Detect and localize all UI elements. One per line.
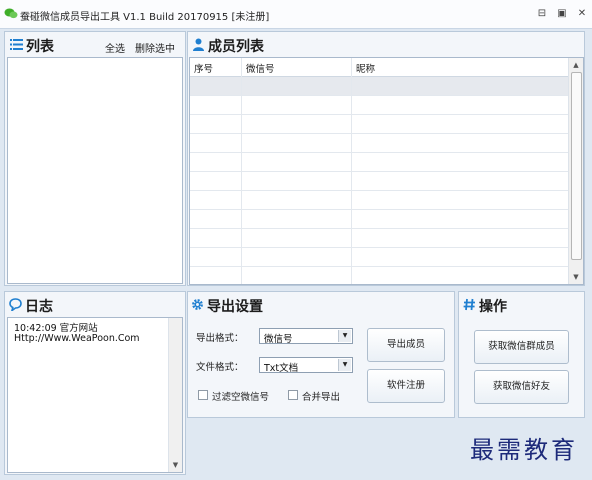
- members-table[interactable]: 序号 微信号 昵称 ▲ ▼: [189, 57, 584, 285]
- table-row[interactable]: [190, 96, 572, 115]
- chevron-down-icon[interactable]: ▼: [338, 330, 351, 342]
- members-panel-title: 成员列表: [208, 39, 264, 55]
- export-members-button[interactable]: 导出成员: [367, 328, 445, 362]
- operations-panel-title: 操作: [479, 299, 507, 315]
- list-icon: [10, 39, 23, 50]
- table-row[interactable]: [190, 77, 572, 96]
- table-row[interactable]: [190, 191, 572, 210]
- log-box[interactable]: 10:42:09 官方网站 Http://Www.WeaPoon.Com ▼: [7, 317, 183, 473]
- list-panel-title: 列表: [26, 39, 54, 55]
- scroll-up-icon[interactable]: ▲: [569, 58, 583, 72]
- operations-panel-header: 操作: [459, 292, 584, 316]
- software-register-button[interactable]: 软件注册: [367, 369, 445, 403]
- user-icon: [193, 38, 204, 51]
- export-panel-header: 导出设置: [188, 292, 454, 316]
- file-format-label: 文件格式：: [196, 362, 244, 373]
- export-format-value: 微信号: [264, 334, 293, 345]
- file-format-select[interactable]: Txt文档 ▼: [259, 357, 353, 374]
- filter-empty-checkbox[interactable]: [198, 390, 208, 400]
- table-row[interactable]: [190, 153, 572, 172]
- scroll-up-icon[interactable]: [169, 318, 182, 332]
- column-header-index[interactable]: 序号: [194, 61, 213, 75]
- get-friends-button[interactable]: 获取微信好友: [474, 370, 569, 404]
- group-list[interactable]: [7, 57, 183, 284]
- list-panel-header: 列表 全选 删除选中: [5, 32, 185, 56]
- vertical-scrollbar[interactable]: ▲ ▼: [568, 58, 583, 284]
- log-line: 10:42:09 官方网站: [14, 323, 98, 334]
- watermark-text: 最需教育: [470, 436, 578, 464]
- wechat-logo-icon: [4, 8, 18, 19]
- export-format-select[interactable]: 微信号 ▼: [259, 328, 353, 345]
- column-divider: [351, 58, 352, 284]
- get-group-members-button[interactable]: 获取微信群成员: [474, 330, 569, 364]
- file-format-value: Txt文档: [264, 363, 299, 374]
- column-header-nickname[interactable]: 昵称: [356, 61, 375, 75]
- filter-empty-label[interactable]: 过滤空微信号: [212, 389, 269, 403]
- members-panel: 成员列表 序号 微信号 昵称 ▲ ▼: [187, 31, 585, 286]
- delete-selected-link[interactable]: 删除选中: [135, 40, 175, 55]
- log-scrollbar[interactable]: ▼: [168, 318, 182, 472]
- export-format-label: 导出格式：: [196, 333, 244, 344]
- hash-icon: [463, 298, 475, 311]
- log-line[interactable]: Http://Www.WeaPoon.Com: [14, 333, 140, 344]
- title-bar: 蚕碰微信成员导出工具 V1.1 Build 20170915 [未注册] ⊟ ▣…: [0, 0, 592, 29]
- table-row[interactable]: [190, 210, 572, 229]
- export-panel-title: 导出设置: [207, 299, 263, 315]
- gear-icon: [192, 299, 203, 310]
- log-panel: 日志 10:42:09 官方网站 Http://Www.WeaPoon.Com …: [4, 291, 186, 475]
- scrollbar-thumb[interactable]: [571, 72, 582, 260]
- restore-icon[interactable]: ▣: [556, 8, 568, 20]
- table-row[interactable]: [190, 115, 572, 134]
- window-title: 蚕碰微信成员导出工具 V1.1 Build 20170915 [未注册]: [20, 12, 270, 23]
- table-row[interactable]: [190, 267, 572, 284]
- operations-panel: 操作 获取微信群成员 获取微信好友: [458, 291, 585, 418]
- table-row[interactable]: [190, 172, 572, 191]
- select-all-link[interactable]: 全选: [105, 40, 125, 55]
- log-panel-title: 日志: [25, 299, 53, 315]
- table-row[interactable]: [190, 229, 572, 248]
- comment-icon: [9, 298, 22, 311]
- merge-export-checkbox[interactable]: [288, 390, 298, 400]
- table-row[interactable]: [190, 248, 572, 267]
- column-header-wechat-id[interactable]: 微信号: [246, 61, 275, 75]
- log-panel-header: 日志: [5, 292, 185, 316]
- chevron-down-icon[interactable]: ▼: [338, 359, 351, 371]
- scroll-down-icon[interactable]: ▼: [169, 458, 182, 472]
- list-panel: 列表 全选 删除选中: [4, 31, 186, 286]
- merge-export-label[interactable]: 合并导出: [302, 389, 340, 403]
- close-icon[interactable]: ✕: [576, 8, 588, 20]
- minimize-icon[interactable]: ⊟: [536, 8, 548, 20]
- members-panel-header: 成员列表: [188, 32, 584, 56]
- export-settings-panel: 导出设置 导出格式： 微信号 ▼ 文件格式： Txt文档 ▼ 过滤空微信号 合并…: [187, 291, 455, 418]
- column-divider: [241, 58, 242, 284]
- members-table-header: 序号 微信号 昵称: [190, 58, 572, 77]
- table-row[interactable]: [190, 134, 572, 153]
- scroll-down-icon[interactable]: ▼: [569, 270, 583, 284]
